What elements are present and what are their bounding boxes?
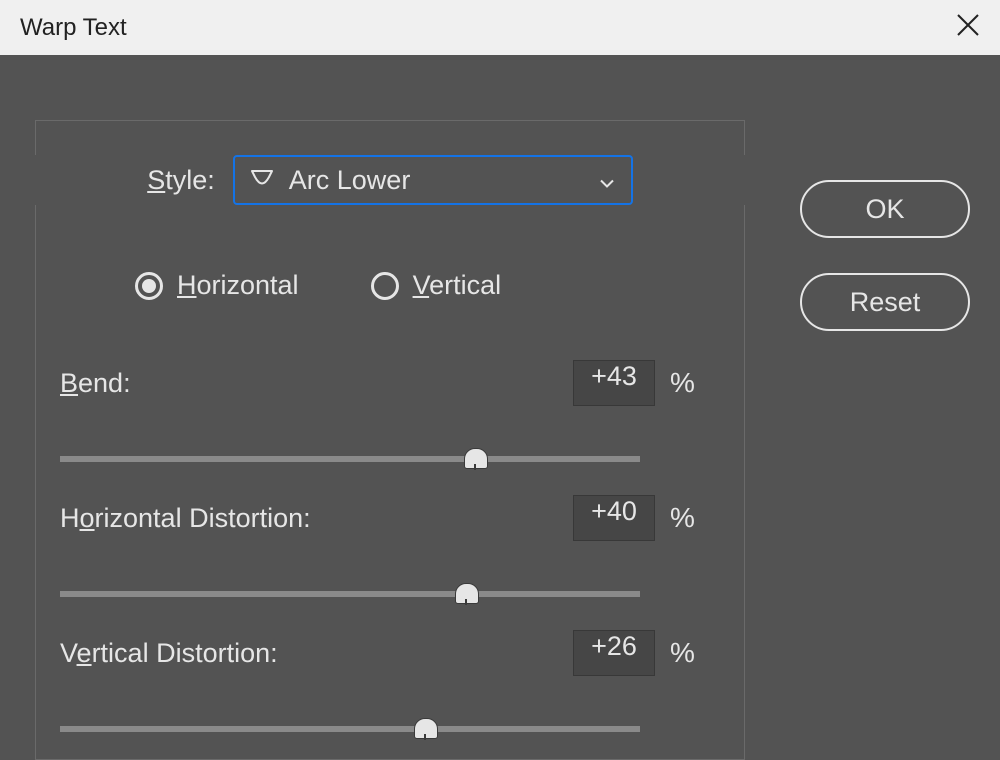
arc-lower-icon bbox=[249, 168, 275, 192]
close-icon[interactable] bbox=[956, 12, 980, 44]
radio-icon bbox=[371, 272, 399, 300]
vertical-distortion-unit: % bbox=[655, 637, 710, 669]
dialog-title: Warp Text bbox=[20, 14, 127, 42]
orientation-horizontal-radio[interactable]: Horizontal bbox=[135, 270, 299, 301]
buttons-column: OK Reset bbox=[800, 180, 970, 331]
vertical-distortion-input[interactable]: +26 bbox=[573, 630, 655, 676]
chevron-down-icon bbox=[599, 165, 615, 196]
slider-track bbox=[60, 726, 640, 732]
bend-input[interactable]: +43 bbox=[573, 360, 655, 406]
style-select-value: Arc Lower bbox=[289, 165, 411, 196]
orientation-vertical-label: Vertical bbox=[413, 270, 502, 301]
orientation-vertical-radio[interactable]: Vertical bbox=[371, 270, 502, 301]
radio-icon bbox=[135, 272, 163, 300]
reset-button[interactable]: Reset bbox=[800, 273, 970, 331]
ok-button[interactable]: OK bbox=[800, 180, 970, 238]
dialog-body: Style: Arc Lower Horizontal Vertical Ben… bbox=[0, 55, 1000, 744]
horizontal-distortion-label: Horizontal Distortion: bbox=[60, 503, 573, 534]
orientation-row: Horizontal Vertical bbox=[35, 270, 745, 301]
orientation-horizontal-label: Horizontal bbox=[177, 270, 299, 301]
bend-slider[interactable] bbox=[60, 446, 640, 476]
horizontal-distortion-input[interactable]: +40 bbox=[573, 495, 655, 541]
vertical-distortion-label: Vertical Distortion: bbox=[60, 638, 573, 669]
horizontal-distortion-slider[interactable] bbox=[60, 581, 640, 611]
slider-track bbox=[60, 591, 640, 597]
vertical-distortion-slider[interactable] bbox=[60, 716, 640, 746]
titlebar: Warp Text bbox=[0, 0, 1000, 55]
style-select[interactable]: Arc Lower bbox=[233, 155, 633, 205]
horizontal-distortion-param: Horizontal Distortion: +40 % bbox=[60, 495, 710, 611]
style-row: Style: Arc Lower bbox=[35, 155, 745, 205]
slider-track bbox=[60, 456, 640, 462]
bend-param: Bend: +43 % bbox=[60, 360, 710, 476]
horizontal-distortion-unit: % bbox=[655, 502, 710, 534]
style-label: Style: bbox=[147, 165, 215, 196]
bend-unit: % bbox=[655, 367, 710, 399]
vertical-distortion-param: Vertical Distortion: +26 % bbox=[60, 630, 710, 746]
bend-label: Bend: bbox=[60, 368, 573, 399]
